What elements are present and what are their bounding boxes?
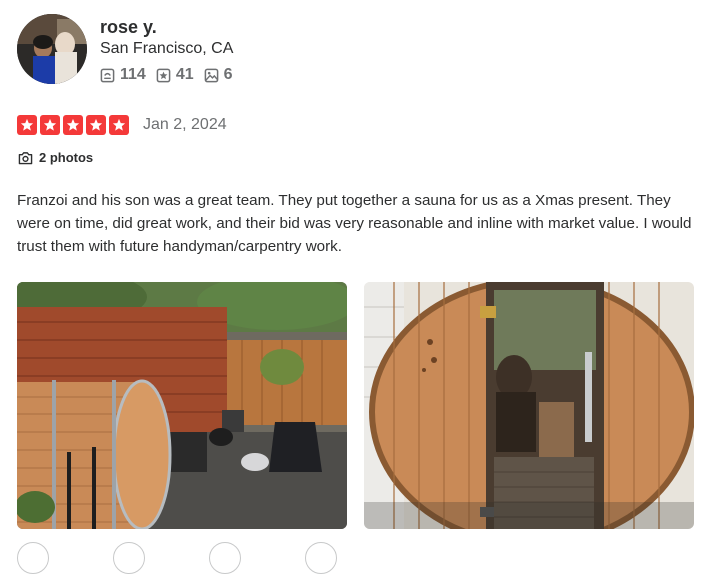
reaction-button[interactable]: [305, 542, 337, 574]
review-photo[interactable]: [17, 282, 347, 529]
review-count-stat: 114: [100, 66, 146, 84]
review-count: 114: [120, 66, 146, 83]
user-stats: 114 41 6: [100, 66, 243, 84]
star-icon: [63, 115, 83, 135]
review-icon: [100, 68, 115, 82]
reaction-row: [17, 542, 401, 574]
photos-link[interactable]: 2 photos: [18, 150, 93, 165]
elite-count: 41: [175, 66, 194, 83]
review-photo[interactable]: [364, 282, 694, 529]
review-text: Franzoi and his son was a great team. Th…: [17, 192, 692, 255]
user-name[interactable]: rose y.: [100, 17, 157, 38]
reaction-button[interactable]: [209, 542, 241, 574]
photos-link-label: 2 photos: [39, 150, 94, 165]
avatar[interactable]: [17, 14, 87, 84]
photo-count: 6: [223, 66, 233, 83]
photo-icon: [204, 68, 218, 82]
star-icon: [17, 115, 37, 135]
reaction-button[interactable]: [17, 542, 49, 574]
star-icon: [86, 115, 106, 135]
camera-icon: [18, 151, 33, 164]
star-icon: [40, 115, 60, 135]
user-location: San Francisco, CA: [100, 40, 234, 57]
reaction-button[interactable]: [113, 542, 145, 574]
photo-count-stat: 6: [204, 66, 233, 84]
elite-count-stat: 41: [156, 66, 194, 84]
review-date: Jan 2, 2024: [143, 116, 227, 133]
star-badge-icon: [156, 68, 171, 82]
star-rating: [17, 115, 132, 135]
star-icon: [109, 115, 129, 135]
